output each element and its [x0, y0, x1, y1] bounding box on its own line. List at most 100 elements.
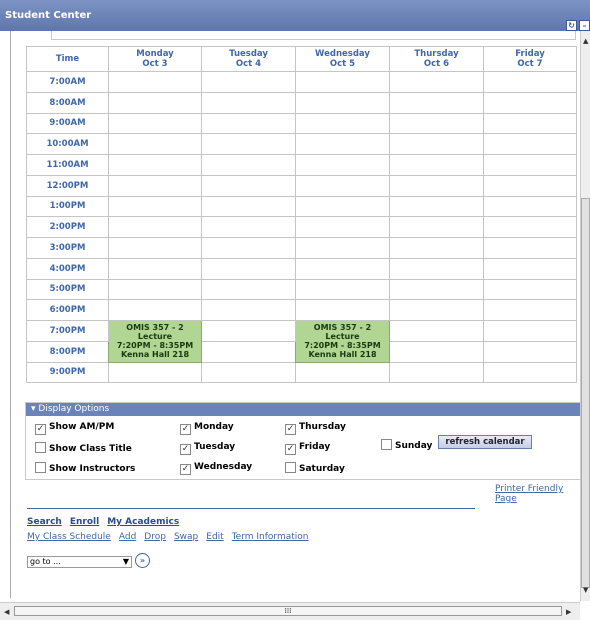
- nav-my-class-schedule-link[interactable]: My Class Schedule: [27, 532, 111, 542]
- nav-edit-link[interactable]: Edit: [206, 532, 223, 542]
- time-label: 8:00AM: [26, 91, 109, 114]
- time-label: 1:00PM: [26, 195, 109, 218]
- event-type: Lecture: [325, 332, 360, 342]
- refresh-calendar-button[interactable]: refresh calendar: [438, 435, 532, 449]
- titlebar-icons: ↻ –: [564, 10, 590, 31]
- checkbox-checked[interactable]: ✓: [180, 464, 191, 475]
- time-label: 9:00AM: [26, 112, 109, 135]
- divider: [27, 508, 475, 509]
- nav-drop-link[interactable]: Drop: [144, 532, 166, 542]
- checkbox-checked[interactable]: ✓: [35, 424, 46, 435]
- nav-my-academics-link[interactable]: My Academics: [107, 517, 179, 527]
- go-button[interactable]: »: [135, 553, 150, 568]
- time-row: 7:00PM OMIS 357 - 2 Lecture 7:20PM - 8:3…: [26, 320, 577, 363]
- scroll-left-icon[interactable]: ◀: [4, 608, 9, 616]
- thursday-option[interactable]: ✓ Thursday: [285, 422, 346, 435]
- time-row: 10:00AM: [26, 133, 577, 155]
- time-label: 11:00AM: [26, 154, 109, 176]
- time-row: 4:00PM: [26, 257, 577, 280]
- time-label: 12:00PM: [26, 174, 109, 197]
- checkbox[interactable]: [285, 462, 296, 473]
- time-row: 5:00PM: [26, 278, 577, 301]
- time-label: 8:00PM: [26, 340, 109, 363]
- vertical-scrollbar[interactable]: ▲ ▼: [580, 31, 590, 601]
- time-label: 7:00PM: [26, 320, 109, 342]
- saturday-option[interactable]: Saturday: [285, 462, 345, 474]
- sunday-option[interactable]: Sunday: [381, 439, 432, 451]
- event-time: 7:20PM - 8:35PM: [116, 341, 194, 351]
- nav-add-link[interactable]: Add: [119, 532, 136, 542]
- goto-select[interactable]: go to ... ▼: [27, 556, 132, 568]
- header-monday: Monday Oct 3: [108, 46, 202, 72]
- printer-friendly-link[interactable]: Printer Friendly Page: [495, 484, 580, 504]
- scroll-down-icon[interactable]: ▼: [583, 586, 588, 594]
- wednesday-option[interactable]: ✓ Wednesday: [180, 462, 252, 475]
- header-time: Time: [26, 46, 109, 72]
- checkbox-checked[interactable]: ✓: [285, 444, 296, 455]
- time-label: 3:00PM: [26, 237, 109, 259]
- vertical-scroll-thumb[interactable]: [581, 198, 590, 588]
- show-instructors-option[interactable]: Show Instructors: [35, 462, 135, 474]
- checkbox[interactable]: [35, 462, 46, 473]
- time-row: 9:00AM: [26, 112, 577, 135]
- content-frame: Time Monday Oct 3 Tuesday Oct 4 Wednesday O…: [10, 31, 581, 598]
- primary-nav: Search Enroll My Academics: [27, 517, 187, 527]
- time-row: 7:00AM: [26, 71, 577, 93]
- time-label: 2:00PM: [26, 216, 109, 238]
- time-row: 1:00PM: [26, 195, 577, 218]
- event-room: Kenna Hall 218: [120, 350, 190, 360]
- checkbox[interactable]: [35, 442, 46, 453]
- time-label: 6:00PM: [26, 299, 109, 321]
- nav-term-information-link[interactable]: Term Information: [232, 532, 309, 542]
- time-row: 6:00PM: [26, 299, 577, 321]
- monday-option[interactable]: ✓ Monday: [180, 422, 234, 435]
- event-room: Kenna Hall 218: [308, 350, 377, 360]
- weekly-schedule-table: Time Monday Oct 3 Tuesday Oct 4 Wednesday O…: [26, 46, 577, 384]
- schedule-header-row: Time Monday Oct 3 Tuesday Oct 4 Wednesday O…: [26, 46, 577, 72]
- checkbox-checked[interactable]: ✓: [180, 424, 191, 435]
- scroll-right-icon[interactable]: ▶: [566, 608, 571, 616]
- time-row: 11:00AM: [26, 154, 577, 176]
- time-row: 8:00AM: [26, 91, 577, 114]
- time-row: 3:00PM: [26, 237, 577, 259]
- time-row: 12:00PM: [26, 174, 577, 197]
- class-event-wednesday[interactable]: OMIS 357 - 2 Lecture 7:20PM - 8:35PM Ken…: [295, 320, 390, 363]
- event-course: OMIS 357 - 2: [126, 323, 184, 333]
- scroll-up-icon[interactable]: ▲: [583, 37, 588, 45]
- refresh-icon[interactable]: ↻: [566, 20, 577, 31]
- class-event-monday[interactable]: OMIS 357 - 2 Lecture 7:20PM - 8:35PM Ken…: [108, 320, 202, 363]
- nav-swap-link[interactable]: Swap: [174, 532, 198, 542]
- time-row: 9:00PM: [26, 361, 577, 384]
- window-title: Student Center: [5, 10, 92, 21]
- checkbox[interactable]: [381, 439, 392, 450]
- header-friday: Friday Oct 7: [483, 46, 577, 72]
- header-wednesday: Wednesday Oct 5: [295, 46, 390, 72]
- horizontal-scroll-thumb[interactable]: ⁞⁞⁞: [14, 606, 562, 616]
- time-row: 2:00PM: [26, 216, 577, 238]
- nav-search-link[interactable]: Search: [27, 517, 62, 527]
- header-tuesday: Tuesday Oct 4: [201, 46, 296, 72]
- time-label: 5:00PM: [26, 278, 109, 301]
- event-type: Lecture: [137, 332, 173, 342]
- tuesday-option[interactable]: ✓ Tuesday: [180, 442, 235, 455]
- window-titlebar: Student Center ↻ –: [0, 0, 590, 31]
- time-label: 9:00PM: [26, 361, 109, 384]
- display-options-header[interactable]: ▾ Display Options: [26, 403, 580, 416]
- time-label: 7:00AM: [26, 71, 109, 93]
- show-class-title-option[interactable]: Show Class Title: [35, 442, 132, 454]
- checkbox-checked[interactable]: ✓: [285, 424, 296, 435]
- secondary-nav: My Class Schedule Add Drop Swap Edit Term Inf…: [27, 532, 316, 542]
- display-options-panel: ▾ Display Options ✓ Show AM/PM Show Class…: [25, 402, 581, 480]
- horizontal-scrollbar[interactable]: ◀ ⁞⁞⁞ ▶: [0, 602, 580, 620]
- checkbox-checked[interactable]: ✓: [180, 444, 191, 455]
- event-time: 7:20PM - 8:35PM: [304, 341, 381, 351]
- dropdown-arrow-icon: ▼: [122, 557, 129, 566]
- nav-enroll-link[interactable]: Enroll: [70, 517, 99, 527]
- event-course: OMIS 357 - 2: [313, 323, 372, 333]
- friday-option[interactable]: ✓ Friday: [285, 442, 330, 455]
- minimize-icon[interactable]: –: [579, 20, 590, 31]
- show-ampm-option[interactable]: ✓ Show AM/PM: [35, 422, 114, 435]
- header-thursday: Thursday Oct 6: [389, 46, 484, 72]
- display-options-title: Display Options: [38, 404, 110, 414]
- time-label: 10:00AM: [26, 133, 109, 155]
